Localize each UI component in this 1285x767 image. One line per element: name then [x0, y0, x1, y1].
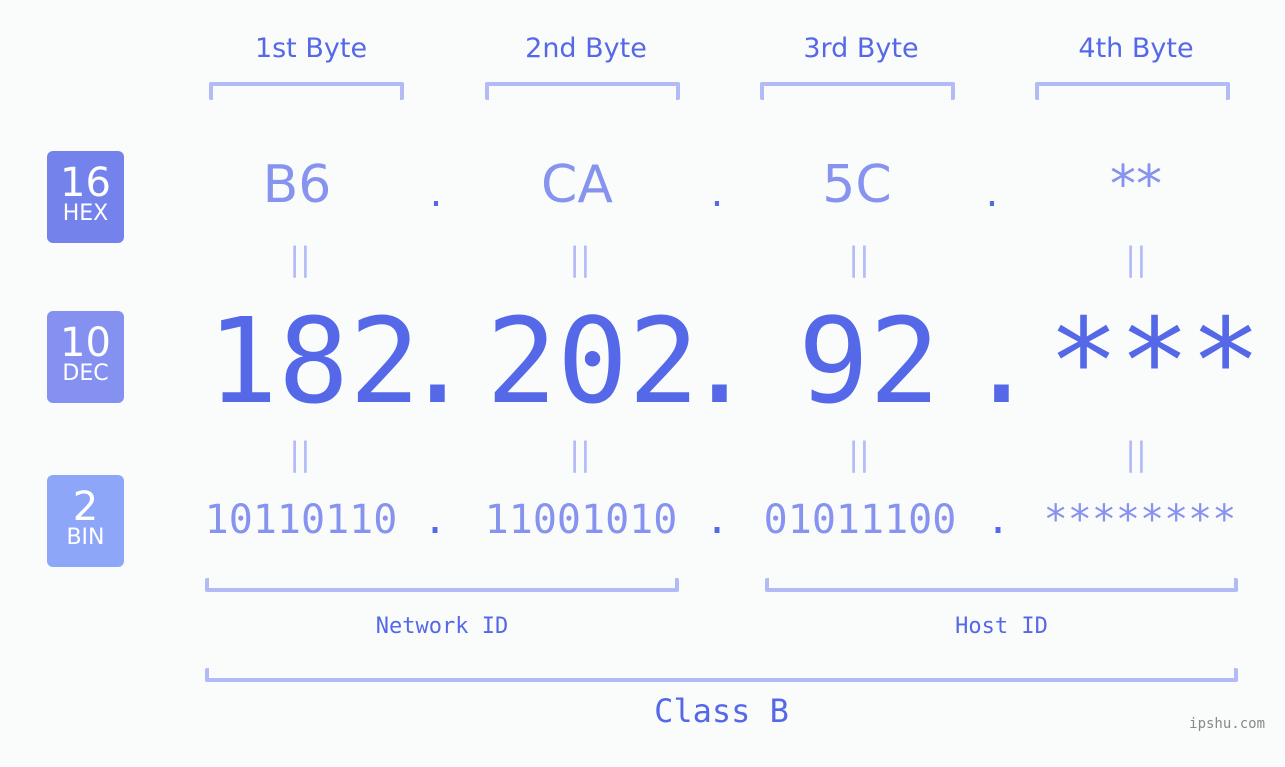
hex-dot-1: .	[429, 170, 443, 216]
equals-sign: ||	[1125, 240, 1147, 278]
byte-bracket-3	[760, 82, 955, 100]
hex-badge-label: HEX	[62, 201, 109, 226]
dec-badge: 10 DEC	[47, 311, 124, 403]
equals-sign: ||	[569, 240, 591, 278]
byte-header-1: 1st Byte	[254, 33, 368, 64]
dec-badge-base: 10	[60, 320, 111, 366]
hex-badge-base: 16	[60, 160, 111, 206]
byte-bracket-4	[1035, 82, 1230, 100]
class-bracket	[205, 668, 1238, 682]
byte-header-3: 3rd Byte	[803, 33, 919, 64]
hex-byte-3: 5C	[822, 155, 892, 215]
bin-badge: 2 BIN	[47, 475, 124, 567]
dec-byte-3: 92	[798, 292, 941, 430]
host-id-bracket	[765, 578, 1238, 592]
bin-byte-3: 01011100	[763, 497, 957, 543]
bin-byte-4: ********	[1043, 497, 1237, 543]
dec-badge-label: DEC	[62, 361, 109, 386]
equals-sign: ||	[289, 240, 311, 278]
dec-byte-4: ***	[1048, 292, 1262, 430]
byte-header-2: 2nd Byte	[525, 33, 647, 64]
dec-dot-3: .	[966, 292, 1038, 430]
bin-badge-base: 2	[72, 484, 99, 530]
equals-sign: ||	[1125, 435, 1147, 473]
equals-sign: ||	[848, 240, 870, 278]
hex-dot-2: .	[710, 170, 724, 216]
hex-byte-1: B6	[262, 155, 332, 215]
network-id-label: Network ID	[375, 614, 509, 639]
bin-badge-label: BIN	[66, 525, 105, 550]
dec-byte-1: 182	[207, 292, 421, 430]
byte-bracket-2	[485, 82, 680, 100]
equals-sign: ||	[848, 435, 870, 473]
hex-byte-4: **	[1110, 155, 1162, 215]
class-label: Class B	[654, 692, 789, 730]
bin-dot-3: .	[985, 497, 1011, 543]
dec-byte-2: 202	[486, 292, 700, 430]
byte-header-4: 4th Byte	[1078, 33, 1194, 64]
dec-dot-1: .	[402, 292, 474, 430]
hex-byte-2: CA	[541, 155, 613, 215]
equals-sign: ||	[569, 435, 591, 473]
bin-byte-1: 10110110	[204, 497, 398, 543]
host-id-label: Host ID	[955, 614, 1048, 639]
bin-dot-1: .	[422, 497, 448, 543]
hex-dot-3: .	[985, 170, 999, 216]
bin-byte-2: 11001010	[484, 497, 678, 543]
equals-sign: ||	[289, 435, 311, 473]
byte-bracket-1	[209, 82, 404, 100]
network-id-bracket	[205, 578, 679, 592]
dec-dot-2: .	[684, 292, 756, 430]
watermark: ipshu.com	[1189, 716, 1265, 732]
bin-dot-2: .	[704, 497, 730, 543]
hex-badge: 16 HEX	[47, 151, 124, 243]
